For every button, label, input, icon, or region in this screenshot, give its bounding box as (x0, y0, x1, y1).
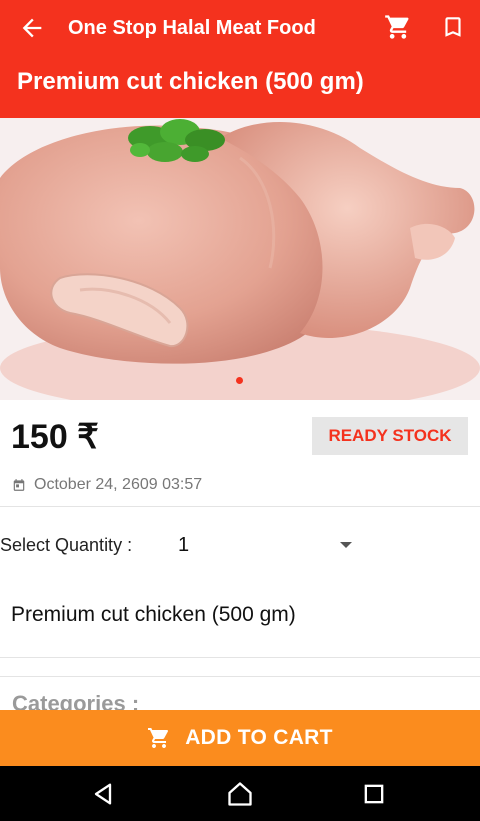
product-description: Premium cut chicken (500 gm) (11, 603, 296, 626)
carousel-indicator[interactable] (236, 377, 243, 384)
date-text: October 24, 2609 03:57 (34, 476, 203, 493)
quantity-label: Select Quantity : (0, 535, 133, 555)
bookmark-icon[interactable] (440, 13, 466, 41)
add-to-cart-label: ADD TO CART (185, 726, 333, 749)
app-title: One Stop Halal Meat Food (68, 17, 316, 39)
quantity-value: 1 (178, 533, 190, 556)
add-to-cart-button[interactable]: ADD TO CART (0, 710, 480, 766)
divider (0, 657, 480, 658)
app-bar: One Stop Halal Meat Food Premium cut chi… (0, 0, 480, 118)
nav-recents-icon[interactable] (360, 780, 388, 808)
divider (0, 506, 480, 507)
shopping-cart-icon[interactable] (384, 13, 412, 41)
product-image[interactable] (0, 118, 480, 400)
calendar-icon (13, 479, 25, 491)
system-nav-bar (0, 766, 480, 821)
date-row: October 24, 2609 03:57 (12, 474, 202, 496)
nav-home-icon[interactable] (226, 780, 254, 808)
price: 150 ₹ (11, 418, 99, 456)
arrow-left-icon[interactable] (18, 14, 46, 42)
status-badge: READY STOCK (312, 417, 468, 455)
chevron-down-icon (340, 542, 352, 548)
shopping-cart-icon (148, 728, 169, 748)
product-title: Premium cut chicken (500 gm) (17, 68, 364, 95)
nav-back-icon[interactable] (89, 780, 117, 808)
divider (0, 676, 480, 677)
raw-chicken-illustration (0, 118, 480, 400)
quantity-dropdown[interactable]: 1 (178, 530, 358, 560)
